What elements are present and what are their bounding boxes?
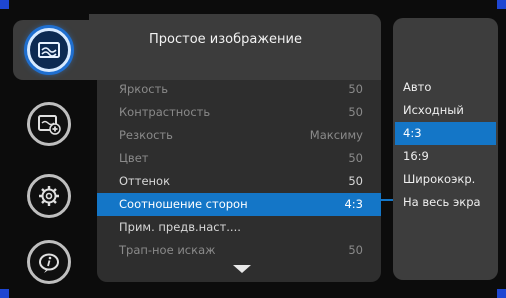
option-16-9[interactable]: 16:9 xyxy=(393,145,498,168)
menu-item-keystone[interactable]: Трап-ное искаж 50 xyxy=(97,239,381,262)
menu-item-color[interactable]: Цвет 50 xyxy=(97,147,381,170)
menu-item-aspect-ratio[interactable]: Соотношение сторон 4:3 xyxy=(97,193,381,216)
menu-item-value: 50 xyxy=(348,82,363,96)
gear-icon[interactable] xyxy=(27,174,71,218)
menu-item-sharpness[interactable]: Резкость Максиму xyxy=(97,124,381,147)
menu-item-value: 50 xyxy=(348,151,363,165)
scroll-down-icon[interactable] xyxy=(233,265,251,273)
menu-item-label: Соотношение сторон xyxy=(119,197,248,211)
menu-item-tint[interactable]: Оттенок 50 xyxy=(97,170,381,193)
menu-item-label: Оттенок xyxy=(119,174,171,188)
menu-item-value: 50 xyxy=(348,174,363,188)
menu-item-label: Резкость xyxy=(119,128,173,142)
settings-list: Яркость 50 Контрастность 50 Резкость Мак… xyxy=(97,78,381,262)
menu-item-value: 4:3 xyxy=(344,197,363,211)
menu-item-value: 50 xyxy=(348,243,363,257)
aspect-ratio-submenu: Авто Исходный 4:3 16:9 Широкоэкр. На вес… xyxy=(393,18,498,280)
picture-icon-glyph xyxy=(38,42,60,58)
menu-item-preset[interactable]: Прим. предв.наст.... xyxy=(97,216,381,239)
add-picture-icon-glyph xyxy=(38,115,61,135)
menu-item-value: Максиму xyxy=(309,128,363,142)
category-rail xyxy=(13,14,103,284)
corner-marker xyxy=(497,289,506,298)
menu-item-label: Яркость xyxy=(119,82,169,96)
option-widescreen[interactable]: Широкоэкр. xyxy=(393,168,498,191)
page-title: Простое изображение xyxy=(149,32,302,47)
info-icon-glyph xyxy=(39,253,59,273)
option-full-screen[interactable]: На весь экра xyxy=(393,191,498,214)
option-auto[interactable]: Авто xyxy=(393,76,498,99)
add-picture-icon[interactable] xyxy=(27,102,71,146)
menu-item-label: Цвет xyxy=(119,151,149,165)
corner-marker xyxy=(0,289,9,298)
menu-item-label: Контрастность xyxy=(119,105,211,119)
info-icon[interactable] xyxy=(27,240,71,284)
gear-icon-glyph xyxy=(39,186,59,206)
menu-item-value: 50 xyxy=(348,105,363,119)
corner-marker xyxy=(497,0,506,9)
option-native[interactable]: Исходный xyxy=(393,99,498,122)
menu-item-label: Прим. предв.наст.... xyxy=(119,220,241,234)
option-4-3[interactable]: 4:3 xyxy=(395,122,496,145)
submenu-connector xyxy=(381,199,393,201)
corner-marker xyxy=(0,0,9,9)
panel-header: Простое изображение xyxy=(89,14,381,80)
menu-item-contrast[interactable]: Контрастность 50 xyxy=(97,101,381,124)
aspect-ratio-options: Авто Исходный 4:3 16:9 Широкоэкр. На вес… xyxy=(393,76,498,214)
menu-item-brightness[interactable]: Яркость 50 xyxy=(97,78,381,101)
picture-menu-panel: Простое изображение Яркость 50 Контрастн… xyxy=(89,14,381,282)
picture-icon[interactable] xyxy=(27,28,71,72)
menu-item-label: Трап-ное искаж xyxy=(119,243,216,257)
